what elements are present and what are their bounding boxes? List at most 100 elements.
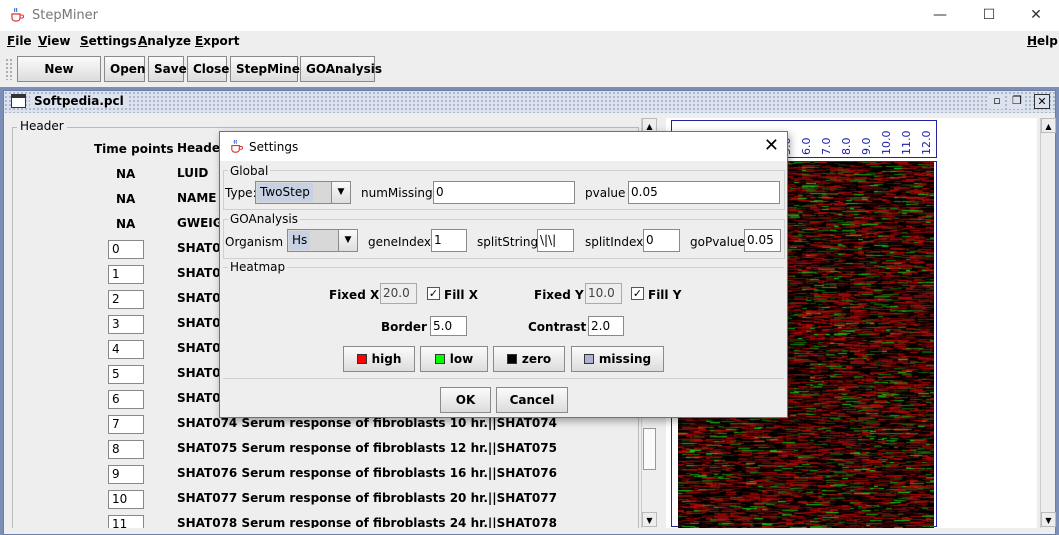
timepoint-input[interactable]: 11 [108,515,144,528]
pvalue-label: pvalue : [585,186,634,200]
timepoint-input[interactable]: 3 [108,315,144,334]
heatmap-tick-label: 8.0 [840,137,853,156]
high-color-label: high [371,352,402,366]
menu-file[interactable]: File [7,34,32,48]
global-group-title: Global [228,164,271,178]
internal-frame-titlebar[interactable]: Softpedia.pcl ▫ ❐ ✕ [4,91,1055,113]
zero-color-button[interactable]: zero [493,346,565,372]
geneindex-input[interactable]: 1 [431,229,467,252]
save-button[interactable]: Save [148,56,187,82]
settings-dialog-titlebar[interactable]: Settings ✕ [220,132,787,161]
settings-dialog: Settings ✕ Global Type: TwoStep ▼ numMis… [219,131,788,418]
menu-help[interactable]: Help [1027,34,1058,48]
type-combo[interactable]: TwoStep ▼ [255,181,351,204]
menu-settings[interactable]: Settings [80,34,137,48]
contrast-input[interactable]: 2.0 [588,316,624,336]
organism-value: Hs [289,231,311,250]
menu-analyze[interactable]: Analyze [138,34,191,48]
stepminer-button[interactable]: StepMiner [230,56,306,82]
timepoint-input[interactable]: 1 [108,265,144,284]
timepoint-input[interactable]: 6 [108,390,144,409]
timepoint-input[interactable]: 7 [108,415,144,434]
type-value: TwoStep [257,183,313,202]
menu-export[interactable]: Export [195,34,239,48]
filly-checkbox[interactable]: ✓ [631,287,644,300]
missing-color-swatch [583,354,594,364]
meta-tp-gweight: NA [116,217,136,231]
splitindex-input[interactable]: 0 [643,229,680,252]
scroll-thumb[interactable] [643,428,656,470]
minimize-button[interactable]: — [917,4,963,26]
high-color-button[interactable]: high [343,346,415,372]
fixedx-input[interactable]: 20.0 [380,283,417,304]
scroll-down-icon[interactable]: ▼ [642,512,657,527]
gopvalue-input[interactable]: 0.05 [744,229,781,252]
pvalue-input[interactable]: 0.05 [628,181,780,204]
fixedy-label: Fixed Y : [534,288,593,302]
menu-settings-label: ettings [88,34,137,48]
chevron-down-icon[interactable]: ▼ [338,230,357,251]
frame-close-icon[interactable]: ✕ [1034,94,1050,109]
close-window-button[interactable]: ✕ [1013,4,1059,26]
type-label: Type: [225,186,257,200]
heatmap-tick-label: 10.0 [880,130,893,156]
low-color-label: low [449,352,474,366]
fillx-label: Fill X [444,288,478,302]
heatmap-scrollbar[interactable]: ▲ ▼ [1040,118,1056,528]
toolbar: New Window Open Save Close StepMiner GOA… [0,53,1059,100]
menu-analyze-label: nalyze [147,34,191,48]
splitstring-input[interactable]: \|\| [537,229,574,252]
nummissing-label: numMissing: [361,186,437,200]
header-row-label: SHAT076 Serum response of fibroblasts 16… [177,466,557,480]
timepoint-input[interactable]: 8 [108,440,144,459]
maximize-button[interactable]: ☐ [966,4,1012,26]
restore-icon[interactable]: ❐ [1009,94,1025,109]
menu-file-label: ile [15,34,32,48]
organism-label: Organism : [225,235,291,249]
fillx-checkbox[interactable]: ✓ [427,287,440,300]
header-row-label: SHAT078 Serum response of fibroblasts 24… [177,516,557,528]
filly-label: Fill Y [648,288,682,302]
open-button[interactable]: Open [104,56,145,82]
java-coffee-icon [231,139,243,153]
java-coffee-icon [11,7,24,22]
cancel-button[interactable]: Cancel [496,387,568,413]
close-button[interactable]: Close [187,56,229,82]
timepoint-input[interactable]: 2 [108,290,144,309]
timepoint-input[interactable]: 5 [108,365,144,384]
scroll-down-icon[interactable]: ▼ [1041,512,1056,527]
heatmap-tick-label: 9.0 [860,137,873,156]
nummissing-input[interactable]: 0 [433,181,575,204]
low-color-swatch [434,354,445,364]
ok-button[interactable]: OK [440,387,491,413]
time-points-heading: Time points [94,142,174,156]
toolbar-grip-handle[interactable] [5,58,13,80]
iconify-icon[interactable]: ▫ [989,94,1005,109]
scroll-up-icon[interactable]: ▲ [1041,118,1056,133]
dialog-close-icon[interactable]: ✕ [764,136,779,156]
chevron-down-icon[interactable]: ▼ [331,182,350,203]
splitstring-label: splitString: [477,235,543,249]
header-row-label: SHAT074 Serum response of fibroblasts 10… [177,416,557,430]
timepoint-input[interactable]: 0 [108,240,144,259]
heatmap-tick-label: 12.0 [920,130,933,156]
timepoint-input[interactable]: 9 [108,465,144,484]
menu-view[interactable]: View [38,34,70,48]
menu-view-label: iew [47,34,71,48]
low-color-button[interactable]: low [420,346,488,372]
menu-settings-mnemonic: S [80,34,89,48]
organism-combo[interactable]: Hs ▼ [287,229,358,252]
menu-file-mnemonic: F [7,34,16,48]
timepoint-input[interactable]: 10 [108,490,144,509]
new-window-button[interactable]: New Window [17,56,101,100]
menu-view-mnemonic: V [38,34,48,48]
meta-label-luid: LUID [177,166,209,180]
missing-color-button[interactable]: missing [571,346,664,372]
header-row-label: SHAT077 Serum response of fibroblasts 20… [177,491,557,505]
timepoint-input[interactable]: 4 [108,340,144,359]
fixedy-input[interactable]: 10.0 [585,283,622,304]
goanalysis-button[interactable]: GOAnalysis [300,56,382,82]
title-bar: StepMiner — ☐ ✕ [0,0,1059,31]
border-input[interactable]: 5.0 [430,316,467,336]
meta-label-name: NAME [177,191,217,205]
